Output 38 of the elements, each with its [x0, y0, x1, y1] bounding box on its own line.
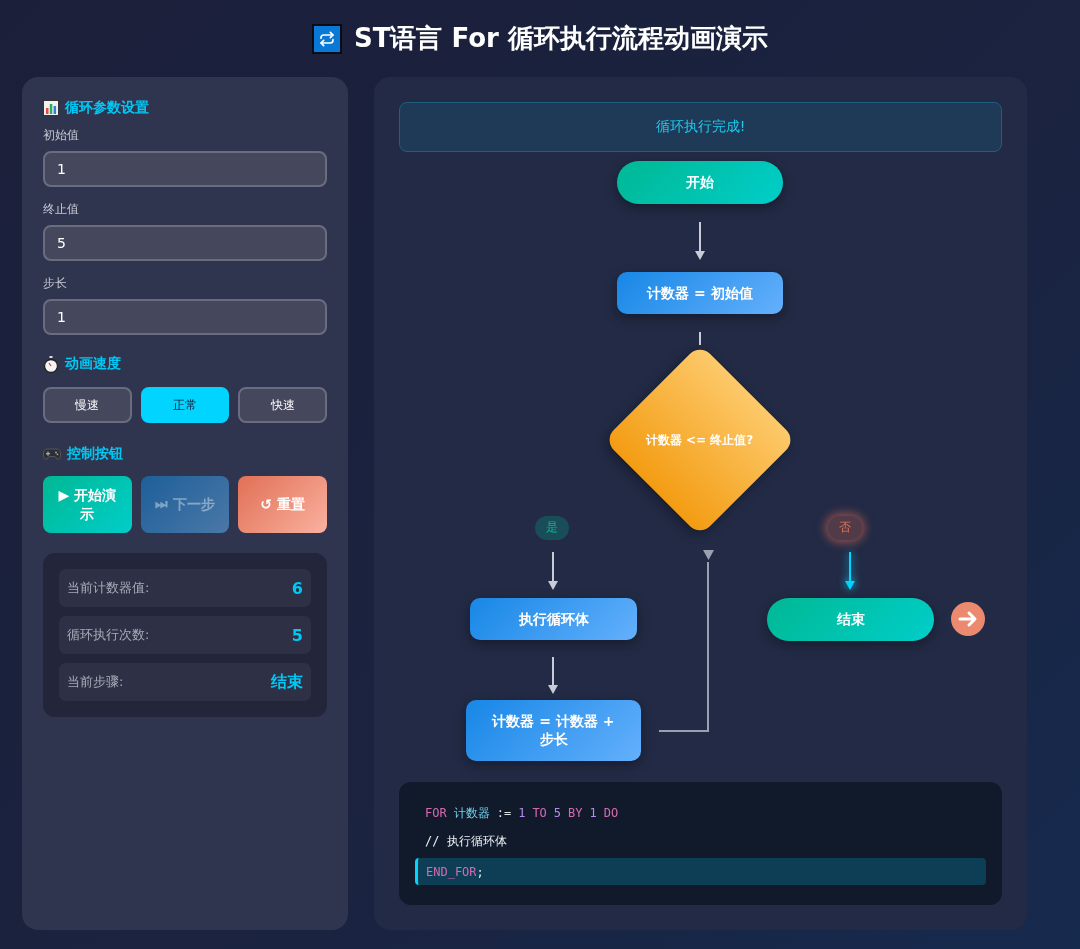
status-message: 循环执行完成! — [399, 102, 1002, 152]
stat-value: 5 — [291, 625, 303, 645]
speed-button[interactable]: 正常 — [140, 387, 230, 423]
stat-label: 当前计数器值: — [67, 579, 150, 597]
process-node: 执行循环体 — [470, 597, 637, 640]
stat-value: 6 — [291, 578, 303, 598]
process-node: 计数器 = 计数器 + 步长 — [466, 699, 641, 761]
section-heading: 控制按钮 — [67, 445, 123, 463]
page-title: ST语言 For 循环执行流程动画演示 — [354, 22, 768, 55]
section-heading: 动画速度 — [65, 355, 121, 373]
down-arrow — [844, 551, 856, 590]
field-label: 步长 — [43, 275, 68, 292]
stat-value: 结束 — [271, 671, 303, 693]
down-arrow — [547, 551, 559, 590]
repeat-icon — [312, 23, 342, 54]
speed-button[interactable]: 快速 — [238, 387, 327, 423]
gamepad-icon — [43, 447, 61, 461]
number-input[interactable]: 1 — [43, 151, 327, 187]
down-arrow — [547, 656, 559, 694]
code-line: FOR 计数器 := 1 TO 5 BY 1 DO — [424, 804, 620, 822]
speed-button[interactable]: 慢速 — [43, 387, 132, 423]
process-node: 计数器 = 初始值 — [617, 271, 783, 314]
connector-line — [699, 331, 701, 345]
branch-label: 否 — [828, 515, 862, 540]
number-input[interactable]: 5 — [43, 225, 327, 261]
branch-label: 是 — [535, 515, 569, 540]
bar-chart-icon — [43, 100, 59, 116]
terminal-node: 结束 — [767, 597, 934, 641]
stat-label: 循环执行次数: — [67, 626, 150, 644]
field-label: 终止值 — [43, 201, 80, 218]
field-label: 初始值 — [43, 127, 80, 144]
number-input[interactable]: 1 — [43, 299, 327, 335]
stat-label: 当前步骤: — [67, 673, 124, 691]
section-heading: 循环参数设置 — [65, 99, 149, 117]
down-arrow — [694, 221, 706, 260]
code-line: // 执行循环体 — [424, 832, 508, 850]
terminal-node: 开始 — [617, 160, 783, 204]
stopwatch-icon — [43, 355, 59, 373]
